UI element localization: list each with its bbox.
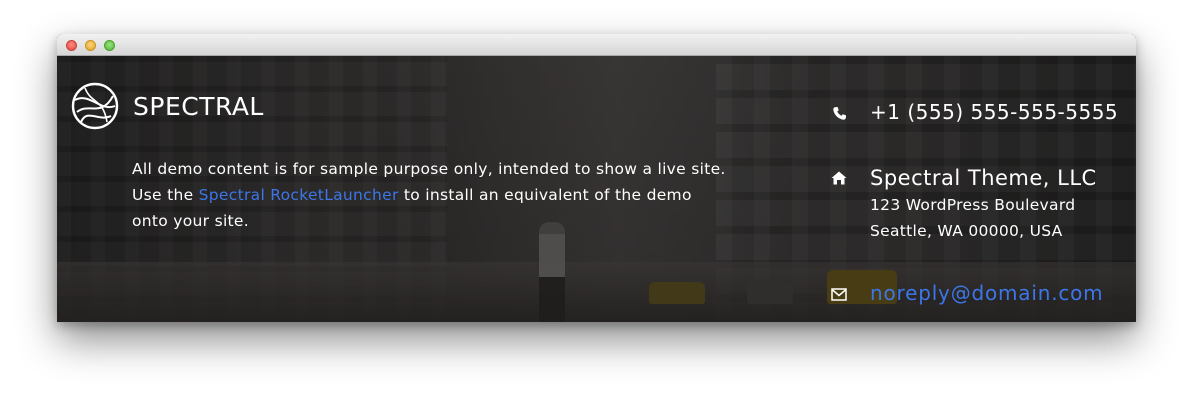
company-name: Spectral Theme, LLC <box>870 166 1097 190</box>
contact-phone: +1 (555) 555-555-5555 <box>829 100 1118 124</box>
browser-window: SPECTRAL All demo content is for sample … <box>57 34 1136 322</box>
rocketlauncher-link[interactable]: Spectral RocketLauncher <box>199 186 399 204</box>
brand-logo-link[interactable]: SPECTRAL <box>71 82 264 130</box>
spectral-logo-icon <box>71 82 119 130</box>
brand-name: SPECTRAL <box>133 91 264 121</box>
hero-section: SPECTRAL All demo content is for sample … <box>57 56 1136 322</box>
email-link[interactable]: noreply@domain.com <box>870 281 1103 305</box>
address-block: Spectral Theme, LLC 123 WordPress Boulev… <box>870 164 1097 244</box>
minimize-window-button[interactable] <box>85 40 96 51</box>
phone-icon <box>829 103 849 123</box>
window-titlebar <box>57 34 1136 56</box>
home-icon <box>829 168 849 188</box>
close-window-button[interactable] <box>66 40 77 51</box>
envelope-icon <box>829 284 849 304</box>
contact-email: noreply@domain.com <box>829 281 1103 305</box>
city-address: Seattle, WA 00000, USA <box>870 222 1063 240</box>
contact-address: Spectral Theme, LLC 123 WordPress Boulev… <box>829 164 1097 244</box>
demo-notice-text: All demo content is for sample purpose o… <box>132 156 732 234</box>
phone-number[interactable]: +1 (555) 555-555-5555 <box>870 100 1118 124</box>
zoom-window-button[interactable] <box>104 40 115 51</box>
street-address: 123 WordPress Boulevard <box>870 196 1076 214</box>
